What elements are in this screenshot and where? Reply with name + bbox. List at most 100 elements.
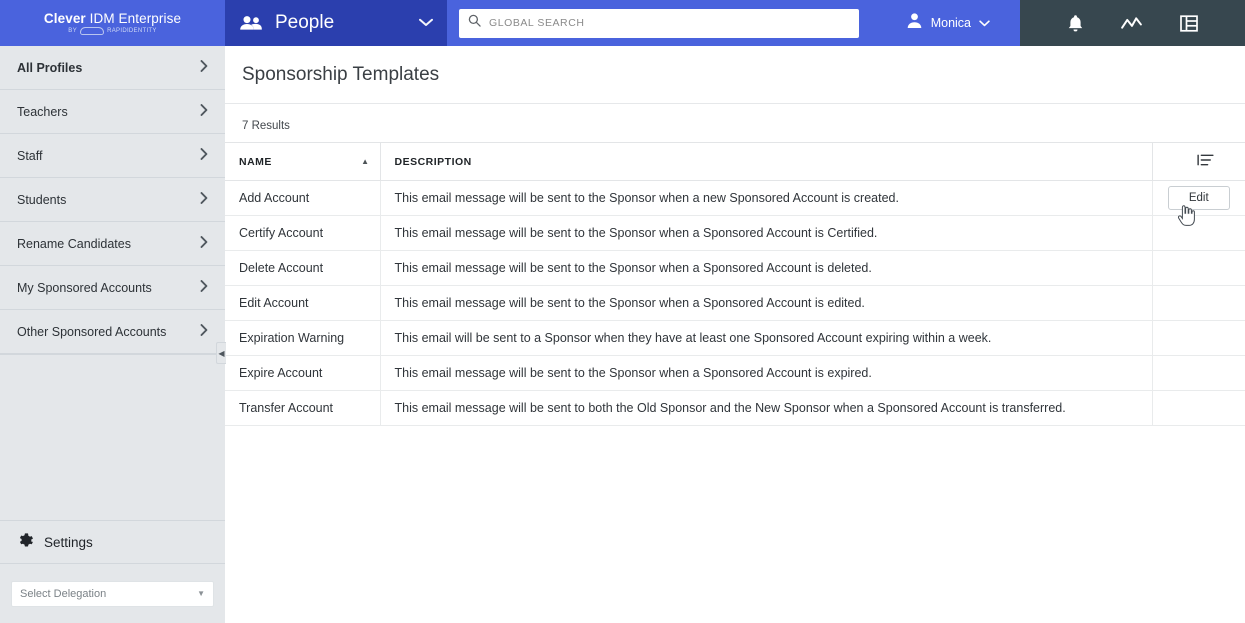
chevron-right-icon bbox=[200, 60, 208, 75]
chevron-right-icon bbox=[200, 280, 208, 295]
page-title: Sponsorship Templates bbox=[225, 46, 1245, 104]
cell-actions bbox=[1152, 320, 1245, 356]
cell-actions bbox=[1152, 250, 1245, 286]
notifications-bell-icon[interactable] bbox=[1067, 14, 1084, 33]
brand-rapididentity: RAPIDIDENTITY bbox=[107, 28, 157, 34]
main-content: Sponsorship Templates 7 Results NAME ▲ D… bbox=[225, 46, 1245, 623]
chevron-right-icon bbox=[200, 104, 208, 119]
table-empty-area bbox=[225, 426, 1245, 623]
sidebar-item-label: My Sponsored Accounts bbox=[17, 280, 152, 295]
cell-name: Certify Account bbox=[225, 215, 381, 251]
caret-down-icon: ▼ bbox=[197, 589, 205, 598]
search-input[interactable] bbox=[489, 8, 850, 38]
chevron-right-icon bbox=[200, 324, 208, 339]
chevron-right-icon bbox=[200, 192, 208, 207]
sponsorship-templates-table: NAME ▲ DESCRIPTION Add Account This emai… bbox=[225, 142, 1245, 426]
results-count: 7 Results bbox=[242, 120, 290, 132]
table-row[interactable]: Transfer Account This email message will… bbox=[225, 390, 1245, 426]
cell-name: Delete Account bbox=[225, 250, 381, 286]
sidebar-item-label: Students bbox=[17, 192, 67, 207]
user-menu[interactable]: Monica bbox=[878, 12, 1008, 34]
sidebar-item-other-sponsored-accounts[interactable]: Other Sponsored Accounts bbox=[0, 310, 225, 354]
brand-name: Clever IDM Enterprise bbox=[44, 11, 181, 26]
module-selector-people[interactable]: People bbox=[225, 0, 447, 46]
cell-name: Edit Account bbox=[225, 285, 381, 321]
chevron-down-icon[interactable] bbox=[979, 14, 990, 32]
sidebar-item-staff[interactable]: Staff bbox=[0, 134, 225, 178]
sidebar: All Profiles Teachers Staff Students Ren… bbox=[0, 46, 226, 623]
sidebar-item-label: Teachers bbox=[17, 104, 68, 119]
delegation-section: Select Delegation ▼ bbox=[0, 564, 225, 623]
column-header-label: DESCRIPTION bbox=[394, 155, 472, 168]
cell-actions bbox=[1152, 285, 1245, 321]
table-header-row: NAME ▲ DESCRIPTION bbox=[225, 142, 1245, 181]
table-header: NAME ▲ DESCRIPTION bbox=[225, 142, 1245, 181]
sidebar-nav-list: All Profiles Teachers Staff Students Ren… bbox=[0, 46, 225, 520]
chevron-right-icon bbox=[200, 148, 208, 163]
sidebar-item-label: All Profiles bbox=[17, 60, 83, 75]
top-navigation-bar: Clever IDM Enterprise BY RAPIDIDENTITY P… bbox=[0, 0, 1245, 46]
sidebar-collapse-toggle[interactable]: ◀ bbox=[216, 342, 226, 364]
sidebar-item-label: Rename Candidates bbox=[17, 236, 131, 251]
brand-name-bold: Clever bbox=[43, 11, 86, 26]
cell-description: This email will be sent to a Sponsor whe… bbox=[380, 320, 1153, 356]
column-header-name[interactable]: NAME ▲ bbox=[225, 142, 381, 181]
table-row[interactable]: Certify Account This email message will … bbox=[225, 215, 1245, 251]
table-body: Add Account This email message will be s… bbox=[225, 180, 1245, 426]
brand-subline: BY RAPIDIDENTITY bbox=[68, 27, 156, 35]
table-row[interactable]: Expire Account This email message will b… bbox=[225, 355, 1245, 391]
cell-description: This email message will be sent to both … bbox=[380, 390, 1153, 426]
search-region: Monica bbox=[447, 0, 1020, 46]
cell-description: This email message will be sent to the S… bbox=[380, 215, 1153, 251]
cell-name: Expiration Warning bbox=[225, 320, 381, 356]
chevron-right-icon bbox=[200, 236, 208, 251]
settings-label: Settings bbox=[44, 534, 93, 550]
search-icon bbox=[468, 14, 481, 32]
cell-actions bbox=[1152, 355, 1245, 391]
table-row[interactable]: Edit Account This email message will be … bbox=[225, 285, 1245, 321]
column-header-description[interactable]: DESCRIPTION bbox=[380, 142, 1153, 181]
cell-actions: Edit bbox=[1152, 180, 1245, 216]
brand-logo[interactable]: Clever IDM Enterprise BY RAPIDIDENTITY bbox=[0, 0, 225, 46]
people-icon bbox=[239, 15, 263, 31]
column-header-actions bbox=[1152, 142, 1245, 181]
cell-name: Transfer Account bbox=[225, 390, 381, 426]
sidebar-item-label: Staff bbox=[17, 148, 43, 163]
delegation-placeholder: Select Delegation bbox=[20, 587, 107, 600]
column-header-label: NAME bbox=[239, 155, 272, 168]
activity-trend-icon[interactable] bbox=[1121, 16, 1143, 31]
brand-name-rest: IDM Enterprise bbox=[85, 11, 182, 26]
sidebar-spacer bbox=[0, 354, 225, 355]
global-search-box[interactable] bbox=[459, 8, 859, 38]
sidebar-item-rename-candidates[interactable]: Rename Candidates bbox=[0, 222, 225, 266]
sidebar-item-teachers[interactable]: Teachers bbox=[0, 90, 225, 134]
chevron-down-icon[interactable] bbox=[419, 14, 433, 32]
table-row[interactable]: Expiration Warning This email will be se… bbox=[225, 320, 1245, 356]
sidebar-item-all-profiles[interactable]: All Profiles bbox=[0, 46, 225, 90]
page-body: All Profiles Teachers Staff Students Ren… bbox=[0, 46, 1245, 623]
sidebar-item-label: Other Sponsored Accounts bbox=[17, 324, 167, 339]
column-settings-icon[interactable] bbox=[1197, 153, 1214, 170]
table-row[interactable]: Add Account This email message will be s… bbox=[225, 180, 1245, 216]
application-window: Clever IDM Enterprise BY RAPIDIDENTITY P… bbox=[0, 0, 1245, 623]
person-icon bbox=[906, 12, 923, 34]
sidebar-item-students[interactable]: Students bbox=[0, 178, 225, 222]
cell-name: Expire Account bbox=[225, 355, 381, 391]
cell-description: This email message will be sent to the S… bbox=[380, 250, 1153, 286]
caret-up-icon[interactable]: ▲ bbox=[361, 157, 369, 166]
cell-name: Add Account bbox=[225, 180, 381, 216]
sidebar-item-settings[interactable]: Settings bbox=[0, 520, 225, 564]
gear-icon bbox=[17, 532, 34, 552]
cell-description: This email message will be sent to the S… bbox=[380, 285, 1153, 321]
table-row[interactable]: Delete Account This email message will b… bbox=[225, 250, 1245, 286]
user-name: Monica bbox=[930, 16, 971, 30]
edit-button[interactable]: Edit bbox=[1167, 186, 1230, 210]
reports-grid-icon[interactable] bbox=[1180, 14, 1198, 32]
module-title: People bbox=[275, 12, 335, 33]
cell-actions bbox=[1152, 390, 1245, 426]
brand-by-label: BY bbox=[68, 28, 78, 34]
sidebar-item-my-sponsored-accounts[interactable]: My Sponsored Accounts bbox=[0, 266, 225, 310]
top-icon-bar bbox=[1020, 0, 1245, 46]
delegation-select[interactable]: Select Delegation ▼ bbox=[11, 580, 214, 607]
cell-actions bbox=[1152, 215, 1245, 251]
